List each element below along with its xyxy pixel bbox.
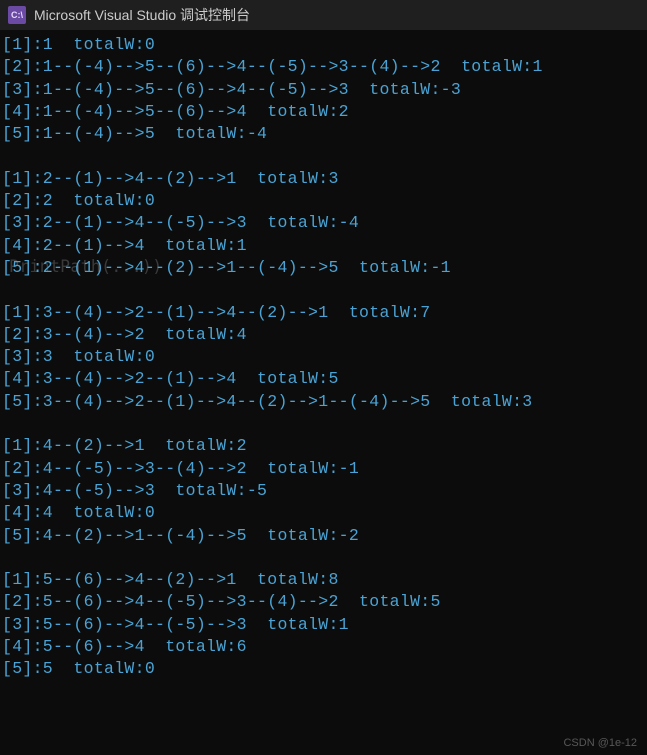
console-line: [2]:1--(-4)-->5--(6)-->4--(-5)-->3--(4)-… xyxy=(2,56,645,78)
console-line: [2]:5--(6)-->4--(-5)-->3--(4)-->2 totalW… xyxy=(2,591,645,613)
console-line: [2]:3--(4)-->2 totalW:4 xyxy=(2,324,645,346)
console-line: [5]:5 totalW:0 xyxy=(2,658,645,680)
window-title: Microsoft Visual Studio 调试控制台 xyxy=(34,5,250,25)
console-line: [4]:4 totalW:0 xyxy=(2,502,645,524)
console-line: [1]:1 totalW:0 xyxy=(2,34,645,56)
console-line: [3]:5--(6)-->4--(-5)-->3 totalW:1 xyxy=(2,614,645,636)
console-line: [5]:4--(2)-->1--(-4)-->5 totalW:-2 xyxy=(2,525,645,547)
console-line: [3]:3 totalW:0 xyxy=(2,346,645,368)
blank-line xyxy=(2,413,645,435)
console-line: [2]:4--(-5)-->3--(4)-->2 totalW:-1 xyxy=(2,458,645,480)
blank-line xyxy=(2,547,645,569)
console-line: [3]:1--(-4)-->5--(6)-->4--(-5)-->3 total… xyxy=(2,79,645,101)
console-line: [1]:2--(1)-->4--(2)-->1 totalW:3 xyxy=(2,168,645,190)
console-line: [4]:1--(-4)-->5--(6)-->4 totalW:2 xyxy=(2,101,645,123)
console-line: [4]:2--(1)-->4 totalW:1 xyxy=(2,235,645,257)
console-line: [3]:2--(1)-->4--(-5)-->3 totalW:-4 xyxy=(2,212,645,234)
console-line: [5]:2--(1)-->4--(2)-->1--(-4)-->5 totalW… xyxy=(2,257,645,279)
console-line: [4]:5--(6)-->4 totalW:6 xyxy=(2,636,645,658)
console-line: [3]:4--(-5)-->3 totalW:-5 xyxy=(2,480,645,502)
console-line: [1]:5--(6)-->4--(2)-->1 totalW:8 xyxy=(2,569,645,591)
console-line: [1]:4--(2)-->1 totalW:2 xyxy=(2,435,645,457)
console-line: [2]:2 totalW:0 xyxy=(2,190,645,212)
console-line: [5]:1--(-4)-->5 totalW:-4 xyxy=(2,123,645,145)
console-line: [5]:3--(4)-->2--(1)-->4--(2)-->1--(-4)--… xyxy=(2,391,645,413)
blank-line xyxy=(2,279,645,301)
vs-console-icon: C:\ xyxy=(8,6,26,24)
console-output: [1]:1 totalW:0[2]:1--(-4)-->5--(6)-->4--… xyxy=(0,30,647,685)
titlebar: C:\ Microsoft Visual Studio 调试控制台 xyxy=(0,0,647,30)
watermark: CSDN @1e-12 xyxy=(563,737,637,749)
blank-line xyxy=(2,145,645,167)
console-line: [4]:3--(4)-->2--(1)-->4 totalW:5 xyxy=(2,368,645,390)
console-line: [1]:3--(4)-->2--(1)-->4--(2)-->1 totalW:… xyxy=(2,302,645,324)
